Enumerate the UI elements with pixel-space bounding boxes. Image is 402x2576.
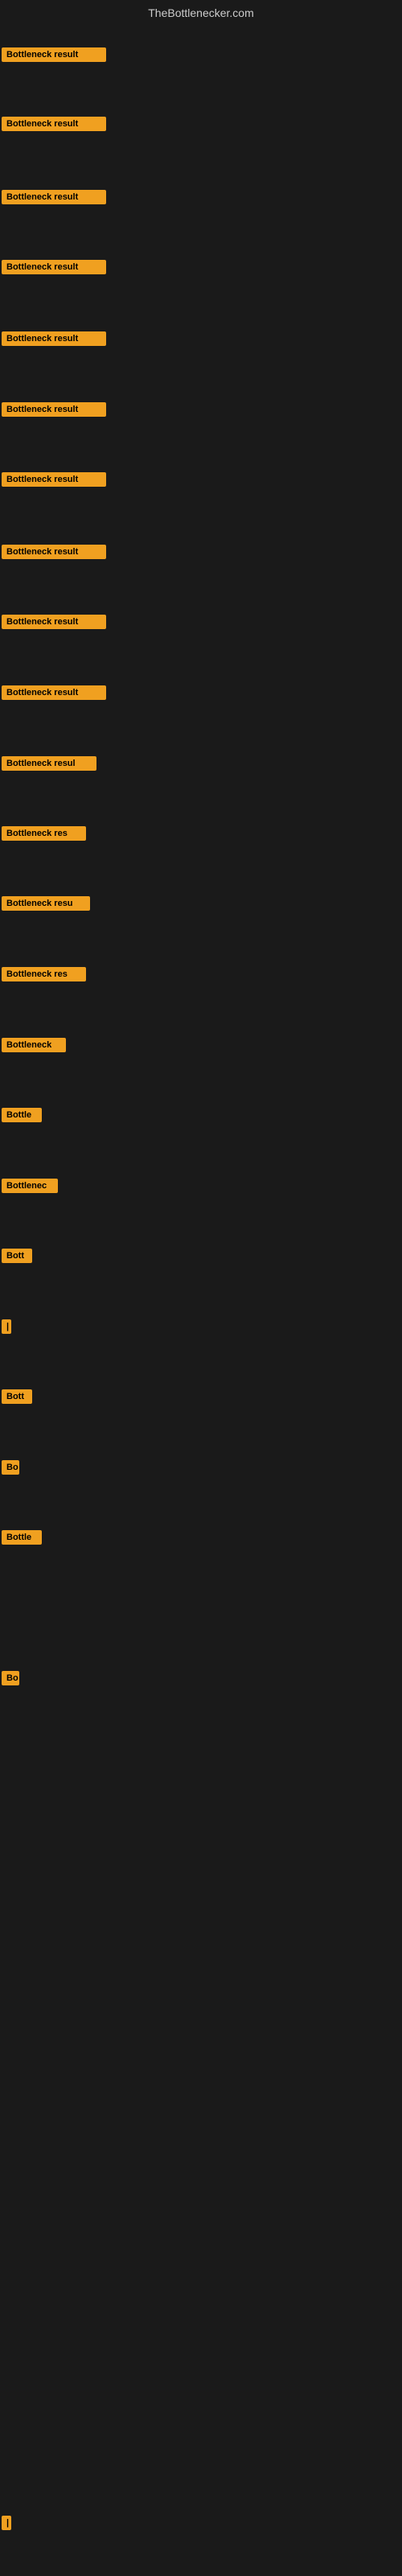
bottleneck-result-badge[interactable]: Bottleneck result (2, 260, 106, 274)
bottleneck-result-row: Bottleneck resu (2, 896, 90, 915)
bottleneck-result-badge[interactable]: Bottleneck result (2, 545, 106, 559)
bottleneck-result-badge[interactable]: Bottleneck result (2, 190, 106, 204)
bottleneck-result-badge[interactable]: Bottlenec (2, 1179, 58, 1193)
bottleneck-result-badge[interactable]: Bottle (2, 1530, 42, 1545)
bottleneck-result-row: Bottle (2, 1530, 42, 1549)
bottleneck-result-badge[interactable]: Bottleneck result (2, 47, 106, 62)
bottleneck-result-badge[interactable]: Bott (2, 1389, 32, 1404)
bottleneck-result-badge[interactable]: Bottle (2, 1108, 42, 1122)
bottleneck-result-row: Bottleneck res (2, 967, 86, 986)
bottleneck-result-badge[interactable]: Bottleneck result (2, 331, 106, 346)
bottleneck-result-row: | (2, 1319, 11, 1338)
bottleneck-result-badge[interactable]: Bottleneck (2, 1038, 66, 1052)
bottleneck-result-row: Bott (2, 1249, 32, 1267)
bottleneck-result-badge[interactable]: Bottleneck result (2, 402, 106, 417)
bottleneck-result-row: | (2, 2516, 11, 2534)
bottleneck-result-badge[interactable]: Bottleneck res (2, 826, 86, 841)
bottleneck-result-row: Bottleneck result (2, 685, 106, 704)
bottleneck-result-row: Bottleneck result (2, 117, 106, 135)
bottleneck-result-row: Bottle (2, 1108, 42, 1126)
bottleneck-result-row: Bott (2, 1389, 32, 1408)
bottleneck-result-badge[interactable]: Bottleneck result (2, 472, 106, 487)
bottleneck-result-row: Bottleneck res (2, 826, 86, 845)
site-title: TheBottlenecker.com (0, 0, 402, 26)
bottleneck-result-row: Bottleneck result (2, 47, 106, 66)
bottleneck-result-row: Bottleneck result (2, 331, 106, 350)
bottleneck-result-badge[interactable]: Bottleneck result (2, 117, 106, 131)
bottleneck-result-row: Bottleneck (2, 1038, 66, 1056)
bottleneck-result-badge[interactable]: | (2, 1319, 11, 1334)
bottleneck-result-badge[interactable]: Bott (2, 1249, 32, 1263)
bottleneck-result-badge[interactable]: Bo (2, 1671, 19, 1685)
bottleneck-result-badge[interactable]: Bottleneck resu (2, 896, 90, 911)
bottleneck-result-row: Bottleneck resul (2, 756, 96, 775)
bottleneck-result-row: Bo (2, 1671, 19, 1689)
bottleneck-result-badge[interactable]: Bo (2, 1460, 19, 1475)
bottleneck-result-row: Bottleneck result (2, 190, 106, 208)
bottleneck-result-row: Bottlenec (2, 1179, 58, 1197)
bottleneck-result-row: Bottleneck result (2, 545, 106, 563)
bottleneck-result-badge[interactable]: Bottleneck resul (2, 756, 96, 771)
bottleneck-result-row: Bottleneck result (2, 260, 106, 278)
bottleneck-result-badge[interactable]: | (2, 2516, 11, 2530)
bottleneck-result-row: Bottleneck result (2, 615, 106, 633)
bottleneck-result-row: Bo (2, 1460, 19, 1479)
bottleneck-result-badge[interactable]: Bottleneck res (2, 967, 86, 981)
bottleneck-result-row: Bottleneck result (2, 402, 106, 421)
bottleneck-result-badge[interactable]: Bottleneck result (2, 615, 106, 629)
bottleneck-result-row: Bottleneck result (2, 472, 106, 491)
bottleneck-result-badge[interactable]: Bottleneck result (2, 685, 106, 700)
